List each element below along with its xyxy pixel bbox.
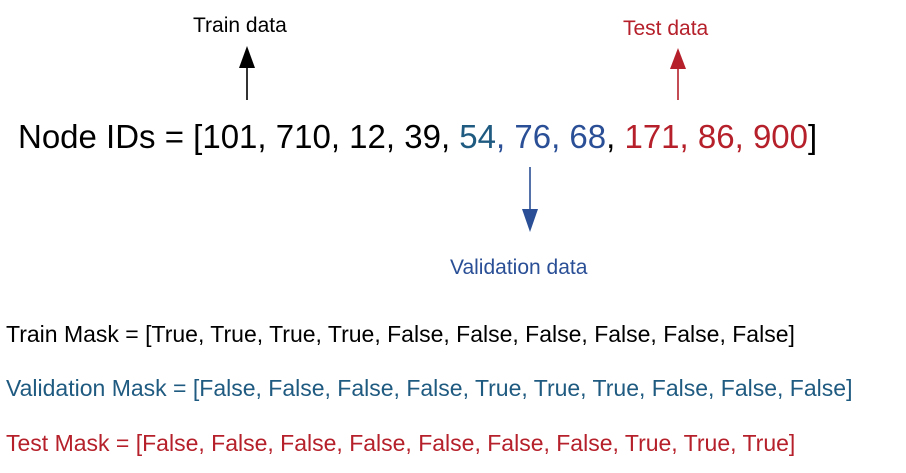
test-mask-suffix: ] [788,430,796,456]
node-id-separator: , [440,118,460,155]
node-id-test-0: 171 [624,118,680,155]
node-id-separator: , [734,118,753,155]
validation-arrow-icon [522,167,538,232]
node-ids-line: Node IDs = [101, 710, 12, 39, 54, 76, 68… [18,120,817,153]
node-id-separator: , [257,118,276,155]
train-mask-values: True, True, True, True, False, False, Fa… [151,321,789,347]
node-id-train-0: 101 [202,118,258,155]
train-arrow-icon [239,46,255,100]
node-id-train-3: 39 [404,118,441,155]
node-id-separator: , [551,118,570,155]
test-mask-line: Test Mask = [False, False, False, False,… [6,432,795,455]
node-ids-suffix: ] [808,118,818,155]
node-id-train-1: 710 [275,118,331,155]
node-id-test-1: 86 [697,118,735,155]
node-id-validation-0: 54 [459,118,496,155]
validation-data-label: Validation data [450,256,588,279]
node-id-separator: , [496,118,515,155]
validation-mask-line: Validation Mask = [False, False, False, … [6,377,852,400]
validation-mask-suffix: ] [846,375,853,401]
node-ids-prefix: Node IDs = [ [18,118,203,155]
node-id-test-2: 900 [752,118,808,155]
test-data-label: Test data [623,17,709,40]
node-id-separator: , [606,118,625,155]
validation-mask-prefix: Validation Mask = [ [6,375,200,401]
node-id-validation-2: 68 [569,118,607,155]
node-id-separator: , [385,118,405,155]
train-data-label: Train data [193,14,287,37]
node-id-train-2: 12 [349,118,386,155]
train-mask-suffix: ] [788,321,795,347]
train-mask-prefix: Train Mask = [ [6,321,152,347]
node-id-separator: , [330,118,350,155]
node-id-separator: , [679,118,698,155]
node-id-validation-1: 76 [514,118,552,155]
validation-mask-values: False, False, False, False, True, True, … [199,375,847,401]
test-mask-values: False, False, False, False, False, False… [142,430,789,456]
test-arrow-icon [670,48,686,100]
test-mask-prefix: Test Mask = [ [6,430,143,456]
arrows-layer [239,46,686,232]
diagram-canvas: Train data Test data Validation data Nod… [0,0,906,473]
train-mask-line: Train Mask = [True, True, True, True, Fa… [6,323,795,346]
